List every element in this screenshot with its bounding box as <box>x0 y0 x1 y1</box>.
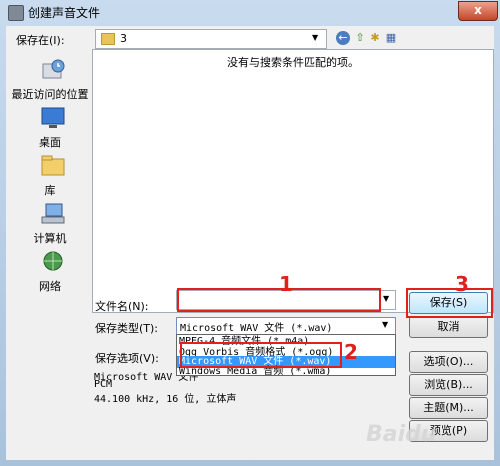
theme-button[interactable]: 主题(M)... <box>409 397 488 419</box>
dialog-window: 创建声音文件 x 保存在(I): 3 ▼ ← ⇧ ✱ ▦ 最近访问的位置 桌面 … <box>0 0 500 466</box>
up-folder-icon[interactable]: ⇧ <box>353 31 367 45</box>
filetype-label: 保存类型(T): <box>95 322 159 335</box>
computer-icon <box>41 203 65 224</box>
app-icon <box>8 5 24 21</box>
place-label: 网络 <box>39 280 61 293</box>
save-in-label: 保存在(I): <box>16 34 65 47</box>
annotation-box-save <box>406 288 493 318</box>
place-label: 桌面 <box>39 136 61 149</box>
desktop-icon <box>41 107 65 128</box>
format-line: 44.100 kHz, 16 位, 立体声 <box>94 394 237 405</box>
save-in-combo[interactable]: 3 ▼ <box>95 29 327 49</box>
format-line: PCM <box>94 379 113 390</box>
browse-button[interactable]: 浏览(B)... <box>409 374 488 396</box>
network-icon <box>43 251 63 271</box>
cancel-button[interactable]: 取消 <box>409 316 488 338</box>
file-list[interactable]: 没有与搜索条件匹配的项。 <box>92 49 494 313</box>
chevron-down-icon: ▼ <box>382 320 389 329</box>
places-bar: 最近访问的位置 桌面 库 计算机 网络 <box>10 50 90 312</box>
title-bar: 创建声音文件 x <box>0 0 500 24</box>
annotation-number: 1 <box>279 272 293 296</box>
options-button[interactable]: 选项(O)... <box>409 351 488 373</box>
annotation-number: 2 <box>344 340 358 364</box>
watermark-logo: Baidu <box>366 422 437 447</box>
annotation-number: 3 <box>455 272 469 296</box>
new-folder-icon[interactable]: ✱ <box>368 31 382 45</box>
libraries-icon <box>41 155 65 176</box>
place-label: 计算机 <box>33 232 67 245</box>
filename-label: 文件名(N): <box>95 300 149 313</box>
chevron-down-icon[interactable]: ▼ <box>383 294 389 303</box>
chevron-down-icon: ▼ <box>312 33 319 42</box>
save-in-value: 3 <box>120 32 127 45</box>
views-menu-icon[interactable]: ▦ <box>384 31 398 45</box>
window-title: 创建声音文件 <box>28 6 101 20</box>
empty-message: 没有与搜索条件匹配的项。 <box>227 56 359 69</box>
filetype-value: Microsoft WAV 文件 (*.wav) <box>180 323 333 334</box>
filetype-combo[interactable]: Microsoft WAV 文件 (*.wav) ▼ <box>176 317 396 335</box>
place-network[interactable]: 网络 <box>10 250 90 300</box>
folder-icon <box>101 33 115 45</box>
place-desktop[interactable]: 桌面 <box>10 106 90 156</box>
recent-places-icon <box>42 59 65 79</box>
place-label: 最近访问的位置 <box>11 88 89 101</box>
back-icon[interactable]: ← <box>336 31 350 45</box>
dialog-client-area: 保存在(I): 3 ▼ ← ⇧ ✱ ▦ 最近访问的位置 桌面 库 计算机 网络 … <box>6 26 494 460</box>
place-label: 库 <box>44 184 56 197</box>
close-button[interactable]: x <box>458 1 498 21</box>
place-libraries[interactable]: 库 <box>10 154 90 204</box>
annotation-box-filetype <box>180 342 342 368</box>
place-recent[interactable]: 最近访问的位置 <box>10 58 90 108</box>
place-computer[interactable]: 计算机 <box>10 202 90 252</box>
